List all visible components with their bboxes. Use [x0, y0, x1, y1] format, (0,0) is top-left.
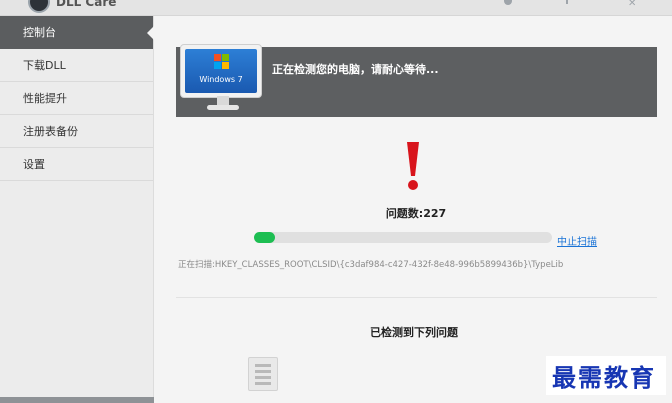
scan-message: 正在检测您的电脑，请耐心等待...: [272, 63, 439, 76]
watermark: 最需教育: [546, 356, 666, 395]
minimize-icon[interactable]: [566, 0, 568, 4]
divider: [176, 297, 657, 298]
title-bar: DLL Care ✕: [0, 0, 672, 16]
stop-scan-link[interactable]: 中止扫描: [557, 233, 597, 248]
document-icon: [248, 357, 278, 391]
app-title: DLL Care: [56, 0, 117, 9]
sidebar: 控制台 下载DLL 性能提升 注册表备份 设置: [0, 16, 154, 403]
scan-path-text: 正在扫描:HKEY_CLASSES_ROOT\CLSID\{c3daf984-c…: [178, 260, 564, 270]
scan-banner: Windows 7 正在检测您的电脑，请耐心等待...: [176, 44, 657, 117]
app-logo-icon: [28, 0, 50, 13]
sidebar-item-performance[interactable]: 性能提升: [0, 82, 153, 115]
os-label: Windows 7: [199, 75, 243, 84]
scan-progress-fill: [254, 232, 275, 243]
exclamation-icon: [407, 142, 419, 190]
problem-count: 问题数:227: [385, 207, 447, 220]
sidebar-footer: [0, 397, 154, 403]
sidebar-item-registry-backup[interactable]: 注册表备份: [0, 115, 153, 148]
settings-icon[interactable]: [504, 0, 512, 5]
sidebar-item-download-dll[interactable]: 下载DLL: [0, 49, 153, 82]
windows-logo-icon: [214, 54, 230, 70]
monitor-icon: Windows 7: [180, 44, 262, 110]
sidebar-item-settings[interactable]: 设置: [0, 148, 153, 181]
close-icon[interactable]: ✕: [628, 0, 636, 9]
scan-progress-bar: [254, 232, 552, 243]
problems-title: 已检测到下列问题: [370, 326, 458, 339]
sidebar-item-console[interactable]: 控制台: [0, 16, 154, 49]
